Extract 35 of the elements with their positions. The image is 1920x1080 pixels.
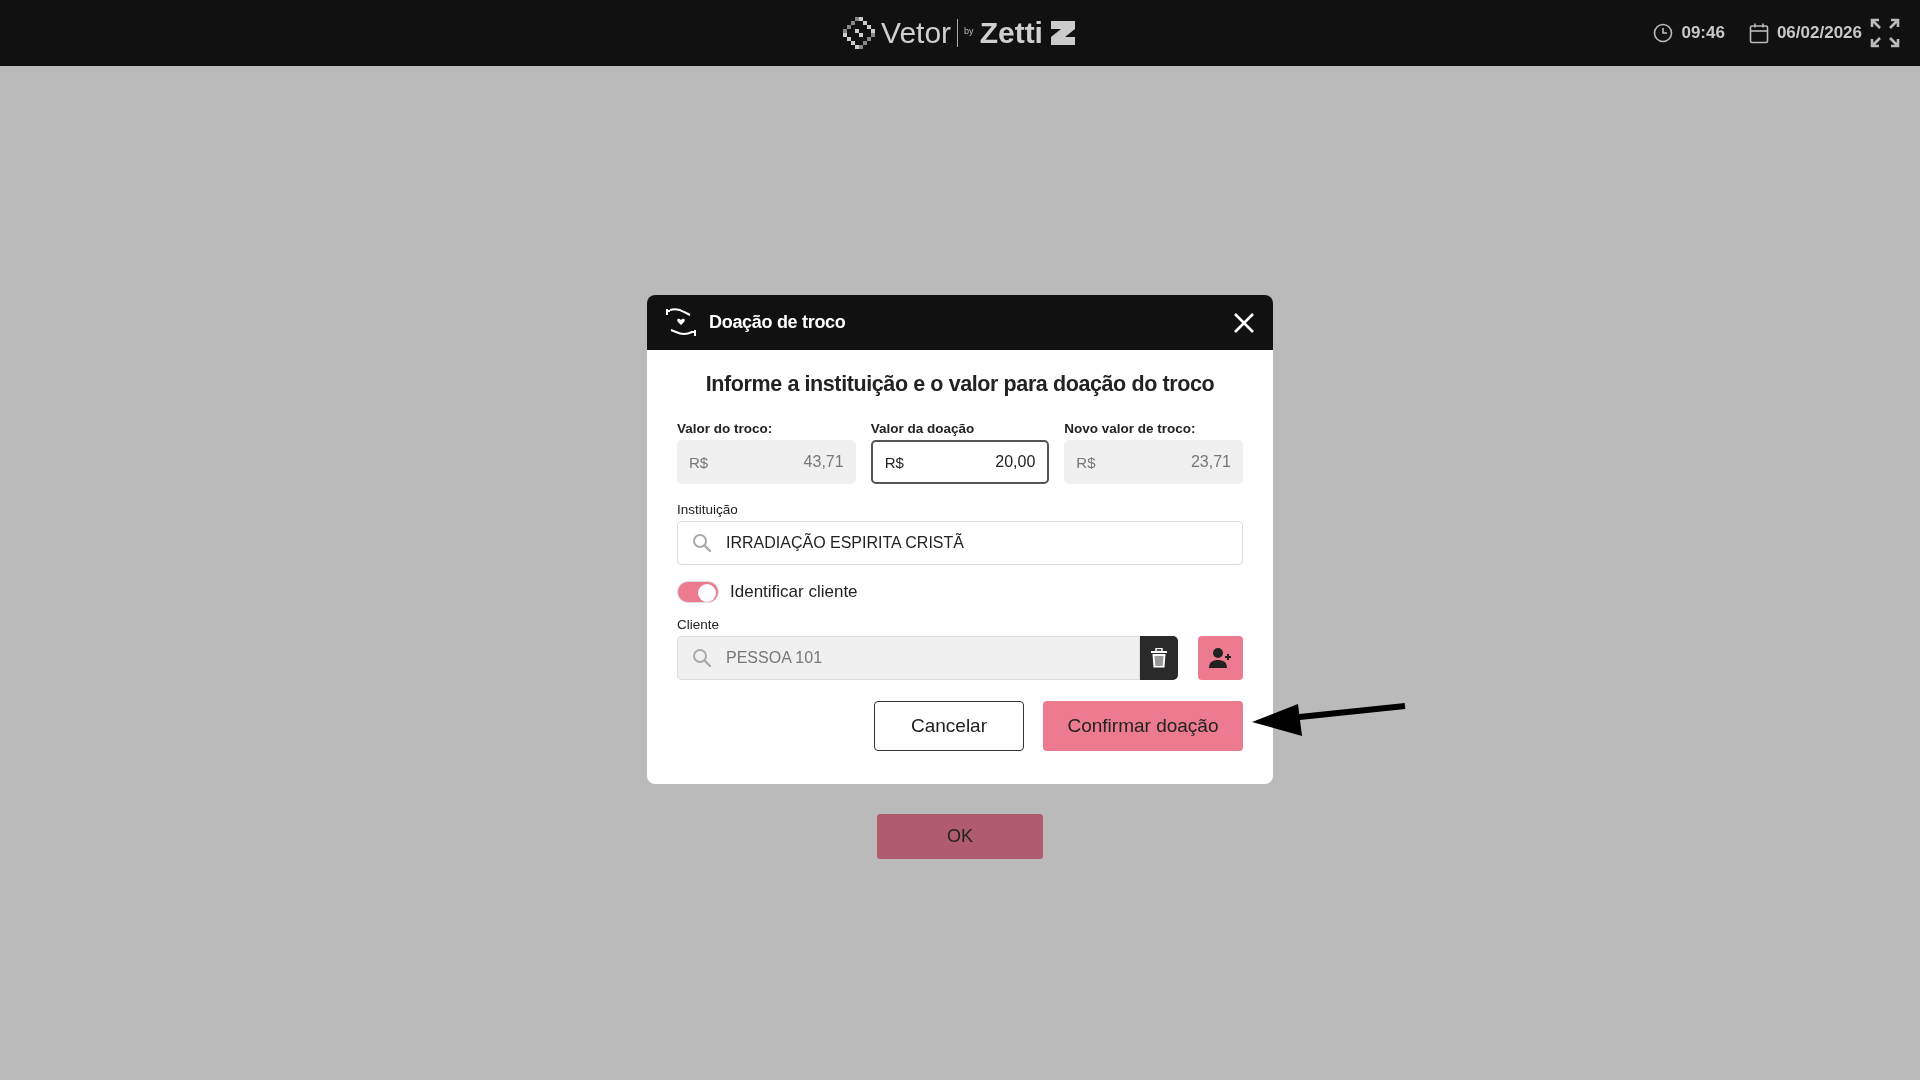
institution-search-field[interactable]: IRRADIAÇÃO ESPIRITA CRISTÃ [677,521,1243,565]
logo-icon [1048,19,1077,47]
current-date: 06/02/2026 [1776,23,1862,43]
partner-name: Zetti [979,16,1043,50]
confirm-button[interactable]: Confirmar doação [1043,701,1243,751]
add-person-button[interactable] [1198,636,1243,680]
amount-field: R$ 23,71 [1064,440,1243,484]
calendar-icon [1748,22,1769,44]
dialog-title: Doação de troco [709,312,847,333]
delete-button[interactable] [1140,636,1178,680]
logo-icon [843,17,876,49]
amount-input[interactable]: R$ 20,00 [870,440,1050,484]
search-icon [692,533,712,553]
clock-time: 09:46 [1681,23,1725,43]
toggle-switch[interactable] [677,581,719,603]
toggle-label: Identificar cliente [730,582,858,602]
clock-icon [1653,23,1674,43]
brand-name: Vetor [881,16,952,50]
hands-heart-icon [665,307,697,338]
dialog-heading: Informe a instituição e o valor para doação do troco [704,372,1216,397]
ok-button[interactable]: OK [877,814,1043,859]
amount-field: R$ 43,71 [677,440,856,484]
field-label: Cliente [677,617,721,632]
field-label: Instituição [677,502,739,517]
cancel-button[interactable]: Cancelar [874,701,1024,751]
field-label: Novo valor de troco: [1064,421,1197,436]
client-search-field[interactable]: PESSOA 101 [677,636,1140,680]
search-icon [692,648,712,668]
field-label: Valor da doação [870,421,976,436]
trash-icon [1151,648,1167,668]
fullscreen-icon[interactable] [1870,18,1900,48]
add-person-icon [1208,647,1233,669]
close-button[interactable] [1233,311,1255,334]
brand-by: by [964,26,974,36]
field-label: Valor do troco: [677,421,774,436]
